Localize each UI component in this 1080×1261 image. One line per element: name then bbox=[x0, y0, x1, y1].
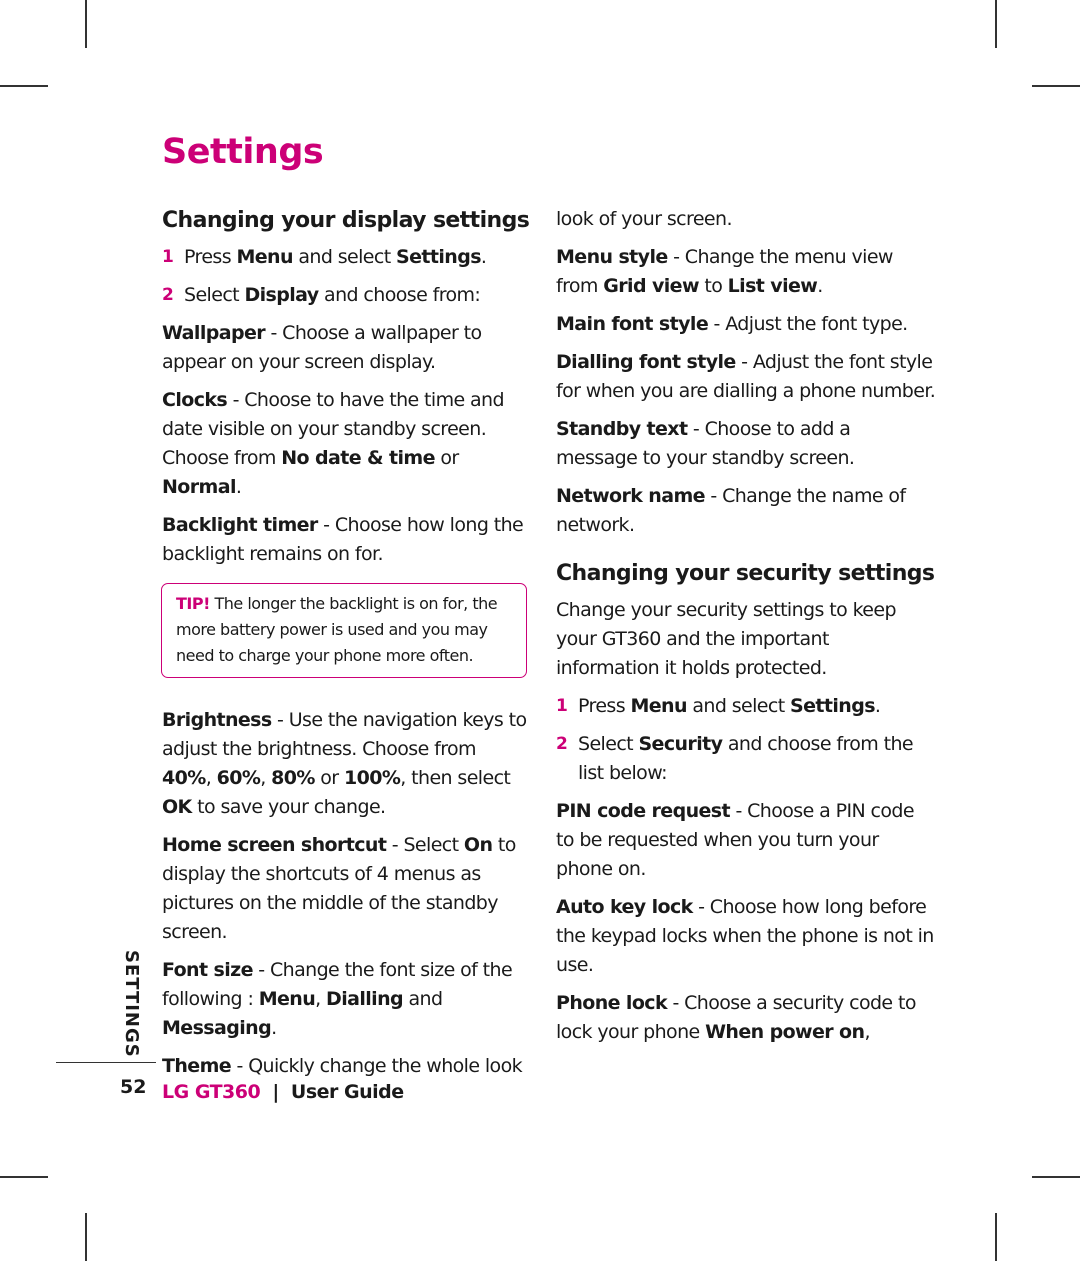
item-dialling-font-style: Dialling font style - Adjust the font st… bbox=[556, 351, 936, 402]
step-number: 2 bbox=[556, 734, 568, 754]
item-clocks: Clocks - Choose to have the time and dat… bbox=[162, 389, 505, 498]
crop-mark bbox=[995, 0, 997, 48]
display-step-1: 1 Press Menu and select Settings. bbox=[162, 243, 530, 272]
item-brightness: Brightness - Use the navigation keys to … bbox=[162, 709, 527, 818]
display-step-2: 2 Select Display and choose from: bbox=[162, 281, 530, 310]
item-home-screen-shortcut: Home screen shortcut - Select On to disp… bbox=[162, 834, 516, 943]
crop-mark bbox=[1032, 1176, 1080, 1178]
crop-mark bbox=[995, 1213, 997, 1261]
side-divider bbox=[56, 1062, 156, 1063]
crop-mark bbox=[1032, 85, 1080, 87]
item-wallpaper: Wallpaper - Choose a wallpaper to appear… bbox=[162, 322, 482, 373]
page-title: Settings bbox=[162, 132, 324, 172]
display-section-heading: Changing your display settings bbox=[162, 208, 530, 233]
footer-separator: | bbox=[272, 1081, 279, 1103]
security-section-heading: Changing your security settings bbox=[556, 561, 935, 586]
security-step-2: 2 Select Security and choose from the li… bbox=[556, 730, 936, 788]
item-font-size: Font size - Change the font size of the … bbox=[162, 959, 513, 1039]
tip-text: The longer the backlight is on for, the … bbox=[176, 594, 498, 665]
security-step-1: 1 Press Menu and select Settings. bbox=[556, 692, 936, 721]
crop-mark bbox=[85, 1213, 87, 1261]
security-intro: Change your security settings to keep yo… bbox=[556, 599, 897, 679]
item-auto-key-lock: Auto key lock - Choose how long before t… bbox=[556, 896, 934, 976]
item-phone-lock: Phone lock - Choose a security code to l… bbox=[556, 992, 916, 1043]
theme-continued: look of your screen. bbox=[556, 208, 732, 230]
item-backlight-timer: Backlight timer - Choose how long the ba… bbox=[162, 514, 524, 565]
step-number: 1 bbox=[556, 696, 568, 716]
item-standby-text: Standby text - Choose to add a message t… bbox=[556, 418, 855, 469]
footer-brand: LG GT360 bbox=[162, 1081, 261, 1103]
tip-label: TIP! bbox=[176, 594, 210, 613]
crop-mark bbox=[0, 1176, 48, 1178]
item-pin-code-request: PIN code request - Choose a PIN code to … bbox=[556, 800, 915, 880]
footer-guide: User Guide bbox=[290, 1081, 404, 1103]
page-number: 52 bbox=[120, 1076, 147, 1098]
item-menu-style: Menu style - Change the menu view from G… bbox=[556, 246, 893, 297]
step-number: 1 bbox=[162, 247, 174, 267]
item-main-font-style: Main font style - Adjust the font type. bbox=[556, 313, 908, 335]
right-column: look of your screen. Menu style - Change… bbox=[556, 205, 936, 1056]
crop-mark bbox=[0, 85, 48, 87]
step-number: 2 bbox=[162, 285, 174, 305]
left-column: Changing your display settings 1 Press M… bbox=[161, 205, 530, 1090]
crop-mark bbox=[85, 0, 87, 48]
footer: LG GT360 | User Guide bbox=[162, 1081, 404, 1103]
tip-box: TIP! The longer the backlight is on for,… bbox=[161, 583, 527, 678]
item-network-name: Network name - Change the name of networ… bbox=[556, 485, 906, 536]
item-theme: Theme - Quickly change the whole look of… bbox=[162, 1055, 523, 1077]
side-section-label: SETTINGS bbox=[121, 950, 142, 1058]
